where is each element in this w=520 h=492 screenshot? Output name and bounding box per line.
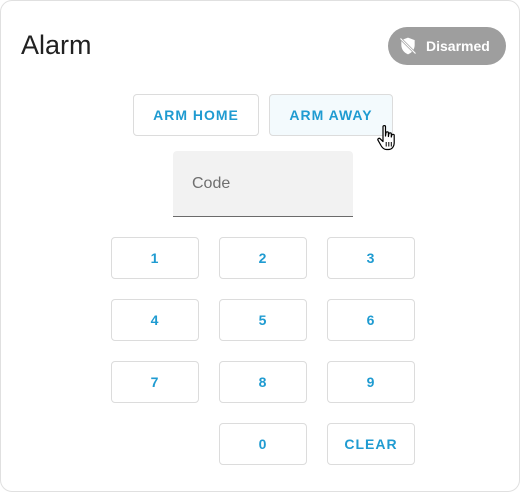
keypad-key-9[interactable]: 9 xyxy=(327,361,415,403)
keypad-key-6[interactable]: 6 xyxy=(327,299,415,341)
keypad-key-0[interactable]: 0 xyxy=(219,423,307,465)
keypad-clear-button[interactable]: CLEAR xyxy=(327,423,415,465)
keypad-key-2[interactable]: 2 xyxy=(219,237,307,279)
keypad-key-1[interactable]: 1 xyxy=(111,237,199,279)
keypad-key-5[interactable]: 5 xyxy=(219,299,307,341)
keypad-key-8[interactable]: 8 xyxy=(219,361,307,403)
code-input[interactable] xyxy=(173,151,353,216)
status-badge-label: Disarmed xyxy=(426,38,490,54)
card-title: Alarm xyxy=(21,30,92,60)
arm-home-button[interactable]: ARM HOME xyxy=(133,94,259,136)
code-field[interactable] xyxy=(173,151,353,217)
keypad-key-3[interactable]: 3 xyxy=(327,237,415,279)
keypad-key-4[interactable]: 4 xyxy=(111,299,199,341)
keypad-key-7[interactable]: 7 xyxy=(111,361,199,403)
shield-off-icon xyxy=(398,36,418,56)
arm-away-button[interactable]: ARM AWAY xyxy=(269,94,393,136)
alarm-panel-card: Alarm Disarmed ARM HOME ARM AWAY 1 2 3 4… xyxy=(0,0,520,492)
status-badge: Disarmed xyxy=(388,27,506,65)
